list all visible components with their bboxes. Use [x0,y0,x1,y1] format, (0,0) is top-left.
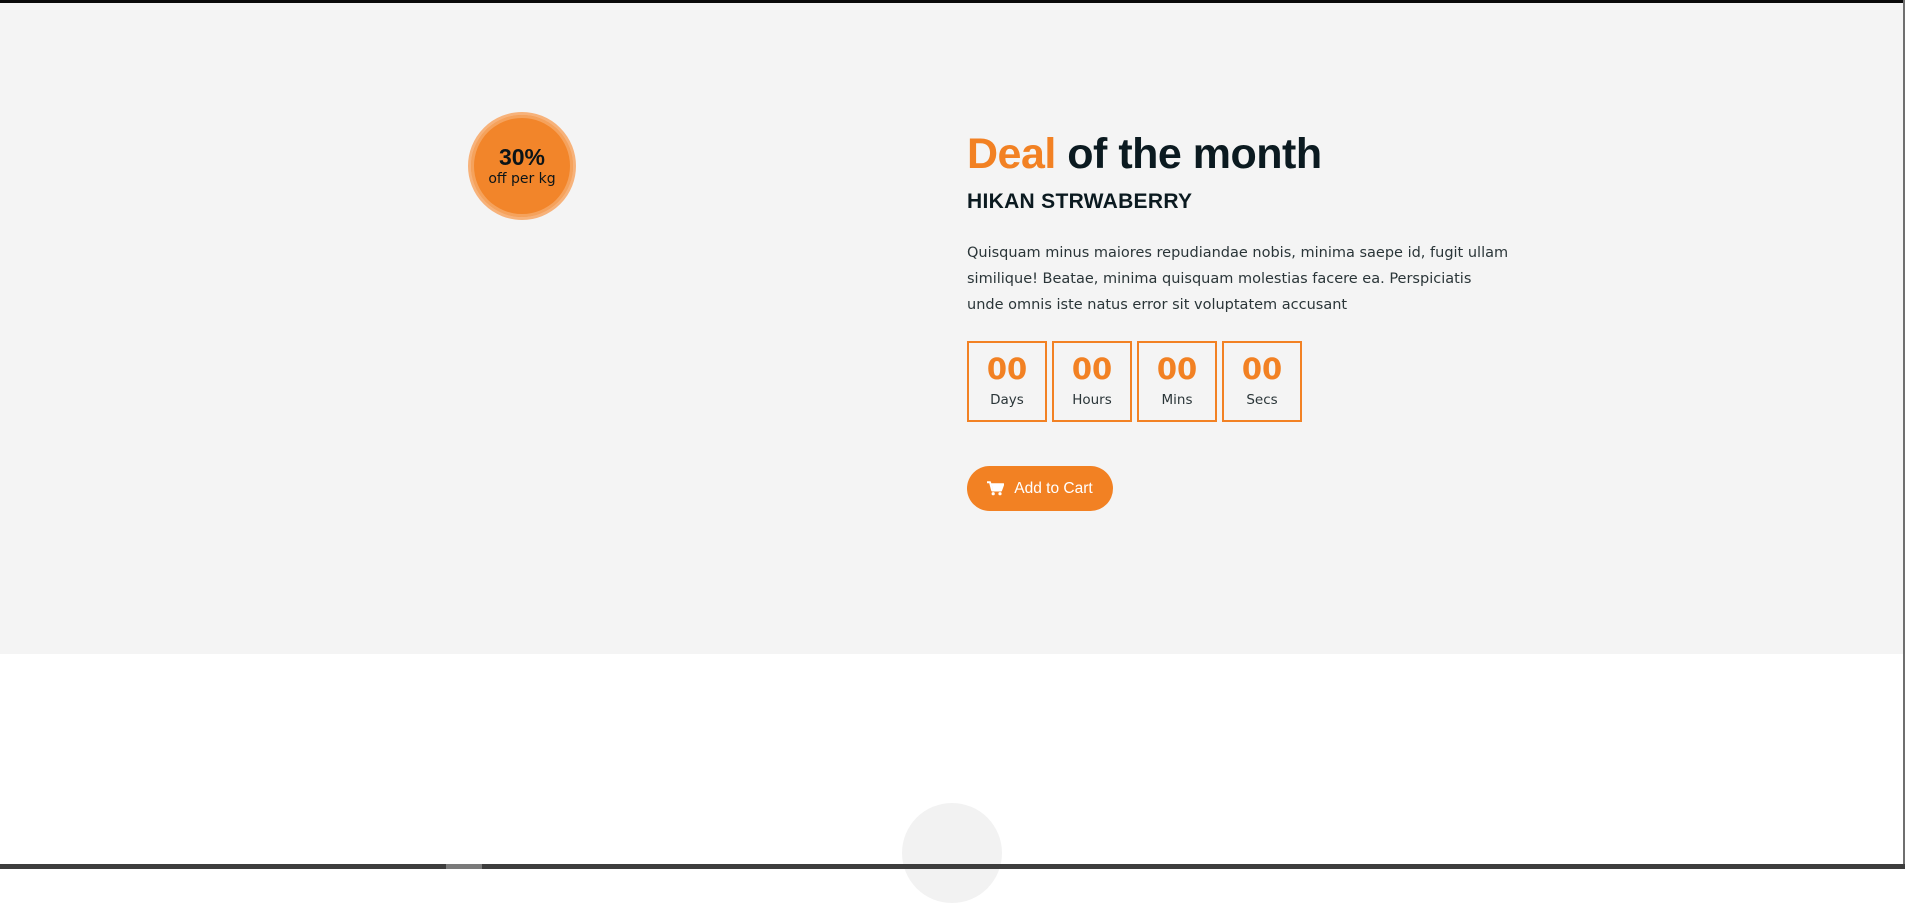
horizontal-scrollbar[interactable] [0,864,1905,869]
deal-title: Deal of the month [967,130,1322,179]
countdown-days: 00 Days [967,341,1047,422]
countdown-value: 00 [1156,352,1198,386]
deal-title-accent: Deal [967,130,1056,178]
deal-title-rest: of the month [1055,130,1322,178]
add-to-cart-label: Add to Cart [1014,479,1093,497]
countdown-mins: 00 Mins [1137,341,1217,422]
add-to-cart-button[interactable]: Add to Cart [967,466,1113,511]
discount-percent: 30% [498,143,546,170]
discount-badge: 30% off per kg [468,112,576,220]
shopping-cart-icon [987,481,1005,496]
deal-description: Quisquam minus maiores repudiandae nobis… [967,245,1509,313]
deal-of-month-section [0,3,1903,654]
countdown-secs: 00 Secs [1222,341,1302,422]
countdown-timer: 00 Days 00 Hours 00 Mins 00 Secs [967,341,1302,422]
countdown-value: 00 [1241,352,1283,386]
countdown-label: Mins [1161,392,1193,408]
countdown-label: Days [990,392,1024,408]
countdown-value: 00 [986,352,1028,386]
countdown-label: Secs [1246,392,1278,408]
countdown-label: Hours [1072,392,1112,408]
decorative-circle [902,803,1002,903]
countdown-hours: 00 Hours [1052,341,1132,422]
product-name: HIKAN STRWABERRY [967,190,1193,213]
discount-unit: off per kg [488,170,556,187]
countdown-value: 00 [1071,352,1113,386]
horizontal-scrollbar-thumb[interactable] [446,864,482,869]
